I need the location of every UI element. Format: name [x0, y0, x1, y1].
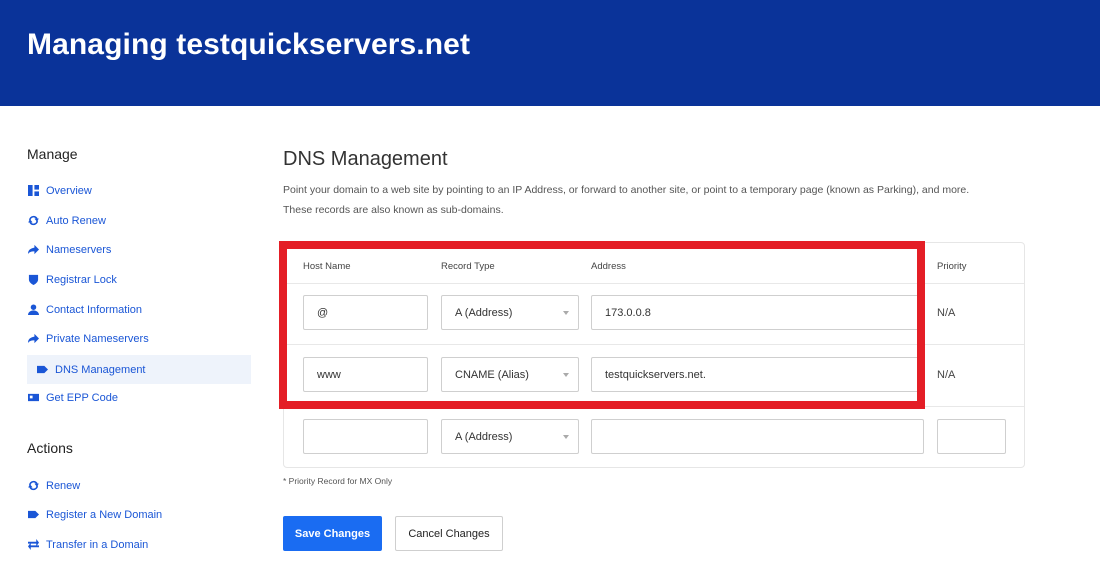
sidebar-item-contact-information[interactable]: Contact Information	[27, 295, 251, 324]
sidebar-item-label: Registrar Lock	[46, 273, 117, 286]
record-type-value: CNAME (Alias)	[455, 368, 529, 381]
sidebar-item-label: Transfer in a Domain	[46, 538, 149, 551]
column-header-address: Address	[591, 261, 626, 272]
sidebar-item-transfer-domain[interactable]: Transfer in a Domain	[27, 530, 251, 559]
sidebar-item-auto-renew[interactable]: Auto Renew	[27, 206, 251, 235]
chevron-down-icon	[563, 311, 569, 315]
column-header-priority: Priority	[937, 261, 967, 272]
sidebar-item-label: Nameservers	[46, 243, 112, 256]
sidebar-item-label: Register a New Domain	[46, 508, 163, 521]
sidebar-item-private-nameservers[interactable]: Private Nameservers	[27, 324, 251, 353]
sidebar-item-nameservers[interactable]: Nameservers	[27, 235, 251, 264]
sidebar-item-overview[interactable]: Overview	[27, 176, 251, 205]
section-description: Point your domain to a web site by point…	[283, 180, 1043, 220]
exchange-icon	[27, 539, 39, 551]
priority-value: N/A	[937, 307, 956, 319]
sidebar-item-renew[interactable]: Renew	[27, 471, 251, 500]
dashboard-icon	[27, 185, 39, 197]
sidebar-item-label: Auto Renew	[46, 214, 106, 227]
address-input[interactable]: testquickservers.net.	[591, 357, 924, 392]
record-type-value: A (Address)	[455, 430, 513, 443]
divider	[284, 406, 1024, 407]
record-type-select[interactable]: A (Address)	[441, 419, 579, 454]
record-type-value: A (Address)	[455, 306, 513, 319]
column-header-host: Host Name	[303, 261, 351, 272]
id-card-icon	[27, 392, 39, 404]
sidebar-item-label: Private Nameservers	[46, 332, 149, 345]
column-header-type: Record Type	[441, 261, 495, 272]
sidebar-item-register-domain[interactable]: Register a New Domain	[27, 500, 251, 529]
priority-input[interactable]	[937, 419, 1006, 454]
actions-heading: Actions	[27, 440, 73, 456]
user-icon	[27, 304, 39, 316]
chevron-down-icon	[563, 435, 569, 439]
record-type-select[interactable]: A (Address)	[441, 295, 579, 330]
cancel-changes-button[interactable]: Cancel Changes	[395, 516, 503, 551]
address-input[interactable]	[591, 419, 924, 454]
section-title: DNS Management	[283, 148, 448, 170]
tag-icon	[27, 509, 39, 521]
sidebar-item-registrar-lock[interactable]: Registrar Lock	[27, 265, 251, 294]
sidebar-item-get-epp-code[interactable]: Get EPP Code	[27, 383, 251, 412]
sidebar-item-label: DNS Management	[55, 363, 146, 376]
page-header: Managing testquickservers.net	[0, 0, 1100, 106]
host-input[interactable]: www	[303, 357, 428, 392]
arrow-right-icon	[27, 333, 39, 345]
page-title: Managing testquickservers.net	[27, 28, 471, 61]
refresh-icon	[27, 480, 39, 492]
refresh-icon	[27, 215, 39, 227]
host-input[interactable]: @	[303, 295, 428, 330]
priority-note: * Priority Record for MX Only	[283, 476, 393, 486]
description-line: Point your domain to a web site by point…	[283, 184, 970, 196]
arrow-right-icon	[27, 244, 39, 256]
dns-records-table: Host Name Record Type Address Priority @…	[283, 242, 1025, 468]
shield-icon	[27, 274, 39, 286]
description-line: These records are also known as sub-doma…	[283, 204, 504, 216]
host-input[interactable]	[303, 419, 428, 454]
sidebar-item-label: Contact Information	[46, 303, 142, 316]
sidebar-item-label: Get EPP Code	[46, 391, 118, 404]
save-changes-button[interactable]: Save Changes	[283, 516, 382, 551]
priority-value: N/A	[937, 369, 956, 381]
manage-heading: Manage	[27, 146, 78, 162]
sidebar-item-label: Overview	[46, 184, 92, 197]
tag-icon	[36, 364, 48, 376]
sidebar-item-dns-management[interactable]: DNS Management	[27, 355, 251, 384]
chevron-down-icon	[563, 373, 569, 377]
address-input[interactable]: 173.0.0.8	[591, 295, 924, 330]
sidebar-item-label: Renew	[46, 479, 81, 492]
divider	[284, 283, 1024, 284]
divider	[284, 344, 1024, 345]
record-type-select[interactable]: CNAME (Alias)	[441, 357, 579, 392]
